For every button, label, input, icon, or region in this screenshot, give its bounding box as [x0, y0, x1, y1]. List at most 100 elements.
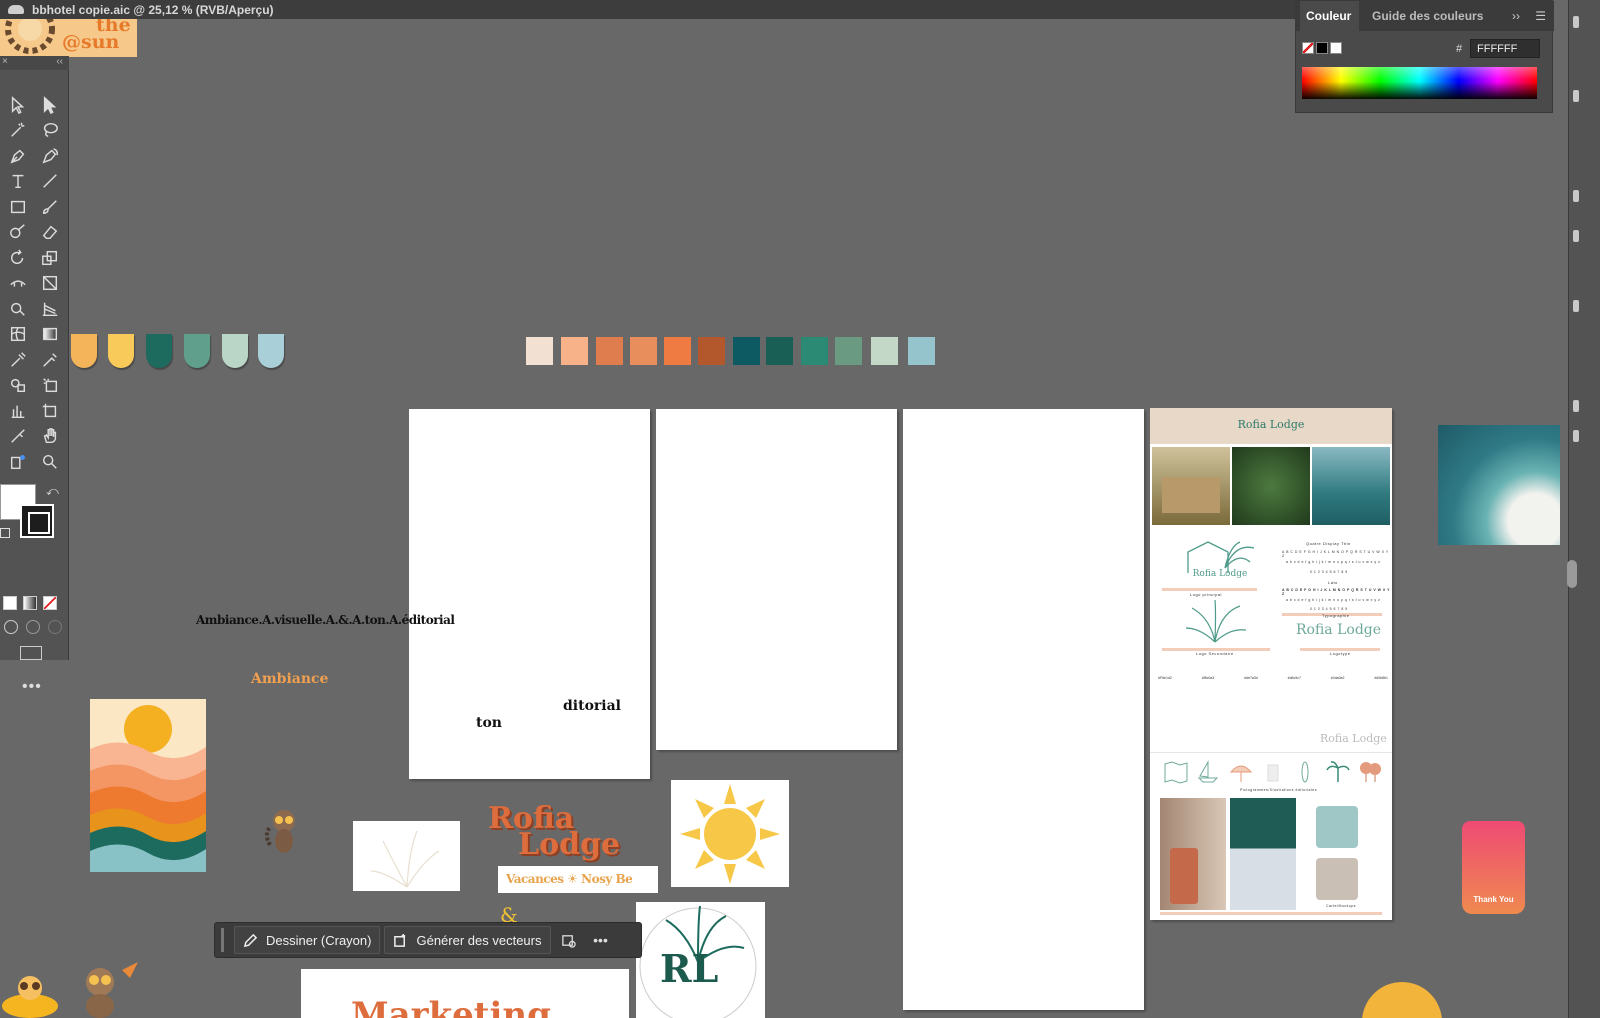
- color-swatch-square[interactable]: [801, 337, 828, 365]
- shape-builder-tool-icon[interactable]: [2, 296, 34, 322]
- scale-tool-icon[interactable]: [34, 245, 66, 271]
- blend-tool-icon[interactable]: [2, 373, 34, 399]
- document-tab[interactable]: bbhotel copie.aic @ 25,12 % (RVB/Aperçu): [0, 0, 1320, 19]
- sunset-waves-poster[interactable]: [90, 699, 206, 872]
- dock-icon[interactable]: [1573, 16, 1579, 28]
- magic-wand-tool-icon[interactable]: [2, 118, 34, 144]
- palm-sketch-card[interactable]: [353, 821, 460, 891]
- pool-photo[interactable]: [1312, 447, 1390, 525]
- door-hanger-mockup[interactable]: [1160, 798, 1226, 910]
- symbol-sprayer-tool-icon[interactable]: [34, 373, 66, 399]
- dock-icon[interactable]: [1573, 190, 1579, 202]
- default-fill-stroke-icon[interactable]: [0, 528, 10, 538]
- color-swatch-shape[interactable]: [71, 334, 97, 368]
- the-sun-logo-artwork[interactable]: the @sun: [0, 19, 137, 57]
- shaper-tool-icon[interactable]: [2, 220, 34, 246]
- color-swatch-shape[interactable]: [146, 334, 172, 368]
- draw-normal-icon[interactable]: [4, 620, 18, 634]
- free-transform-tool-icon[interactable]: [34, 271, 66, 297]
- lasso-tool-icon[interactable]: [34, 118, 66, 144]
- color-swatch-square[interactable]: [630, 337, 657, 365]
- gradient-mode-icon[interactable]: [23, 596, 37, 610]
- color-swatch-square[interactable]: [561, 337, 588, 365]
- tools-panel-header[interactable]: × ‹‹: [0, 56, 69, 70]
- rotate-tool-icon[interactable]: [2, 245, 34, 271]
- direct-selection-tool-icon[interactable]: [34, 92, 66, 118]
- logotype-text[interactable]: Rofia Lodge: [1296, 622, 1381, 638]
- draw-behind-icon[interactable]: [26, 620, 40, 634]
- width-tool-icon[interactable]: [2, 271, 34, 297]
- draw-pencil-button[interactable]: Dessiner (Crayon): [234, 926, 381, 954]
- towel-mockup[interactable]: [1230, 798, 1296, 910]
- color-swatch-square[interactable]: [871, 337, 898, 365]
- white-color-swatch[interactable]: [1330, 42, 1342, 54]
- lemur-float-sticker[interactable]: [0, 966, 60, 1018]
- color-swatch-square[interactable]: [766, 337, 793, 365]
- rectangle-tool-icon[interactable]: [2, 194, 34, 220]
- color-swatch-shape[interactable]: [184, 334, 210, 368]
- column-graph-tool-icon[interactable]: [2, 398, 34, 424]
- color-swatch-shape[interactable]: [222, 334, 248, 368]
- color-swatch-square[interactable]: [664, 337, 691, 365]
- curvature-tool-icon[interactable]: [34, 143, 66, 169]
- color-mode-icon[interactable]: [3, 596, 17, 610]
- ocean-photo[interactable]: [1438, 425, 1560, 545]
- line-tool-icon[interactable]: [34, 169, 66, 195]
- circle-logo-sticker[interactable]: [1362, 982, 1442, 1018]
- dock-icon[interactable]: [1573, 400, 1579, 412]
- ambiance-heading[interactable]: Ambiance: [251, 671, 328, 687]
- collapse-panel-icon[interactable]: ››: [1512, 9, 1520, 23]
- color-swatch-square[interactable]: [835, 337, 862, 365]
- zoom-tool-icon[interactable]: [34, 449, 66, 475]
- type-tool-icon[interactable]: [2, 169, 34, 195]
- dock-icon[interactable]: [1573, 230, 1579, 242]
- artboard-tool-icon[interactable]: [34, 398, 66, 424]
- black-color-swatch[interactable]: [1316, 42, 1328, 54]
- coaster-mockup-teal[interactable]: [1316, 806, 1358, 848]
- logo-principal-graphic[interactable]: Rofia Lodge: [1180, 538, 1260, 579]
- mesh-tool-icon[interactable]: [2, 322, 34, 348]
- marketing-artboard[interactable]: Marketing: [301, 969, 629, 1018]
- measure-tool-icon[interactable]: [34, 347, 66, 373]
- eyedropper-tool-icon[interactable]: [2, 347, 34, 373]
- hand-tool-icon[interactable]: [34, 424, 66, 450]
- color-swatch-shape[interactable]: [258, 334, 284, 368]
- color-swatch-shape[interactable]: [108, 334, 134, 368]
- brand-board-artboard[interactable]: Rofia Lodge Rofia Lodge Logo principal Q…: [1150, 408, 1392, 920]
- selection-tool-icon[interactable]: [2, 92, 34, 118]
- vacances-banner[interactable]: Vacances ☀ Nosy Be: [498, 866, 658, 893]
- none-color-swatch[interactable]: [1302, 42, 1314, 54]
- edit-toolbar-icon[interactable]: •••: [22, 678, 42, 696]
- color-swatch-square[interactable]: [596, 337, 623, 365]
- color-swatch-square[interactable]: [733, 337, 760, 365]
- artboard-3[interactable]: [903, 409, 1144, 1010]
- rofia-lodge-wordmark[interactable]: Rofia Lodge: [488, 804, 620, 860]
- thank-you-tag[interactable]: Thank You: [1462, 821, 1525, 914]
- dock-icon[interactable]: [1573, 300, 1579, 312]
- hex-color-input[interactable]: FFFFFF: [1470, 39, 1540, 58]
- tab-guide-des-couleurs[interactable]: Guide des couleurs: [1372, 9, 1483, 23]
- image-settings-icon[interactable]: [555, 926, 583, 954]
- fill-stroke-control[interactable]: ⤺: [0, 484, 69, 554]
- swap-fill-stroke-icon[interactable]: ⤺: [46, 484, 59, 499]
- eraser-tool-icon[interactable]: [34, 220, 66, 246]
- perspective-grid-tool-icon[interactable]: [34, 296, 66, 322]
- slice-tool-icon[interactable]: [2, 424, 34, 450]
- ditorial-text[interactable]: ditorial: [563, 698, 621, 714]
- logo-secondaire-graphic[interactable]: [1180, 598, 1250, 648]
- generate-vectors-button[interactable]: Générer des vecteurs: [384, 926, 551, 954]
- tab-couleur[interactable]: Couleur: [1300, 1, 1360, 31]
- paintbrush-tool-icon[interactable]: [34, 194, 66, 220]
- lemur-sticker[interactable]: [262, 805, 306, 857]
- dock-icon[interactable]: [1573, 430, 1579, 442]
- dock-icon[interactable]: [1573, 90, 1579, 102]
- panel-menu-icon[interactable]: ☰: [1535, 9, 1546, 23]
- vertical-scrollbar[interactable]: [1567, 560, 1577, 588]
- palm-photo[interactable]: [1232, 447, 1310, 525]
- rl-monogram-card[interactable]: RL: [636, 902, 765, 1018]
- stroke-swatch[interactable]: [20, 504, 54, 538]
- draw-inside-icon[interactable]: [48, 620, 62, 634]
- gradient-tool-icon[interactable]: [34, 322, 66, 348]
- pen-tool-icon[interactable]: [2, 143, 34, 169]
- hotel-photo[interactable]: [1152, 447, 1230, 525]
